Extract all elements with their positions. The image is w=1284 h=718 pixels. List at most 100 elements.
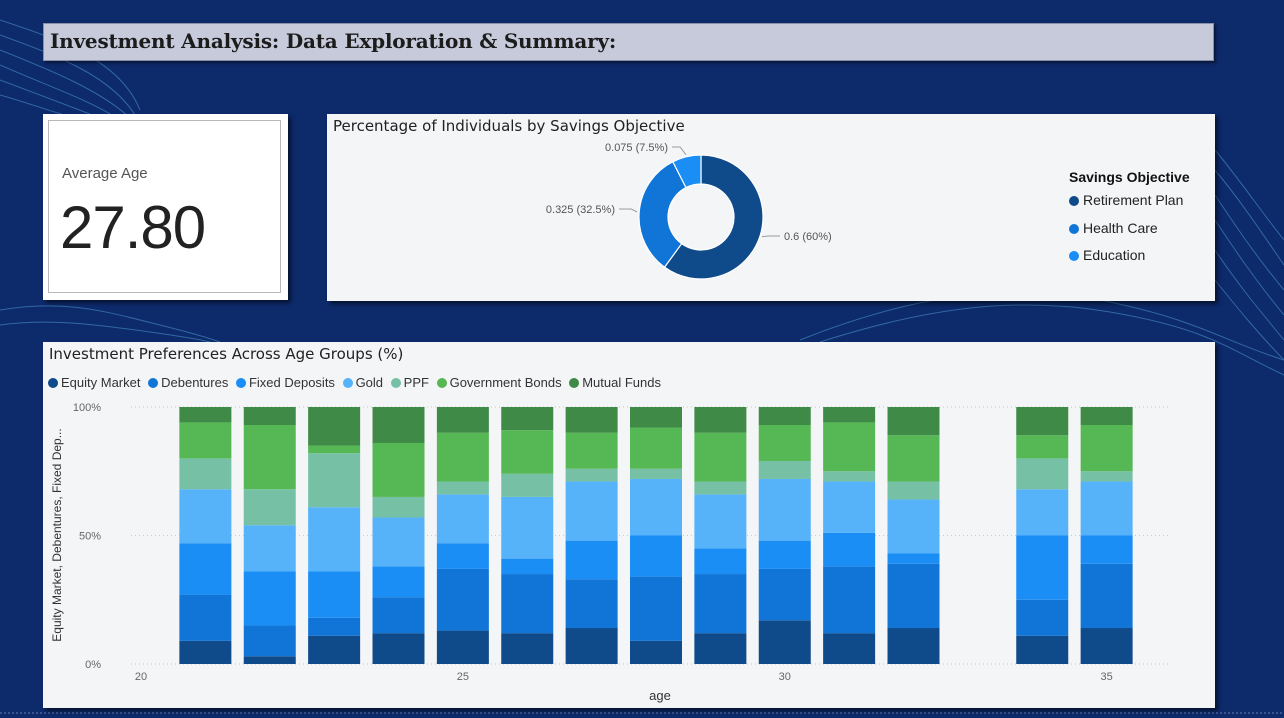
donut-legend-item-retirement-plan[interactable]: Retirement Plan <box>1069 192 1183 208</box>
bar-segment-debentures[interactable] <box>1080 563 1133 629</box>
bar-segment-government-bonds[interactable] <box>243 424 296 490</box>
bar-segment-government-bonds[interactable] <box>565 432 618 469</box>
bar-segment-equity-market[interactable] <box>179 640 232 664</box>
bar-segment-gold[interactable] <box>436 494 489 544</box>
bar-segment-ppf[interactable] <box>243 489 296 526</box>
bar-segment-fixed-deposits[interactable] <box>758 540 811 569</box>
bar-segment-fixed-deposits[interactable] <box>565 540 618 580</box>
bar-segment-equity-market[interactable] <box>436 630 489 664</box>
bar-segment-gold[interactable] <box>630 478 682 536</box>
bar-segment-equity-market[interactable] <box>823 633 876 664</box>
legend-item-government-bonds[interactable]: Government Bonds <box>436 375 562 390</box>
bar-segment-ppf[interactable] <box>436 481 489 495</box>
bar-segment-mutual-funds[interactable] <box>308 407 361 446</box>
bar-segment-equity-market[interactable] <box>243 656 296 664</box>
bar-segment-gold[interactable] <box>308 507 361 572</box>
bar-segment-debentures[interactable] <box>1016 599 1069 636</box>
bar-segment-mutual-funds[interactable] <box>372 407 425 443</box>
bar-segment-ppf[interactable] <box>565 468 618 482</box>
bar-segment-gold[interactable] <box>694 494 747 549</box>
legend-item-equity-market[interactable]: Equity Market <box>48 375 140 390</box>
bar-segment-equity-market[interactable] <box>1016 635 1069 664</box>
donut-legend-item-education[interactable]: Education <box>1069 247 1145 263</box>
bar-segment-mutual-funds[interactable] <box>1080 407 1133 425</box>
bar-segment-fixed-deposits[interactable] <box>436 543 489 569</box>
bar-segment-gold[interactable] <box>179 489 232 544</box>
bar-segment-mutual-funds[interactable] <box>436 407 489 433</box>
bar-segment-government-bonds[interactable] <box>501 430 554 474</box>
bar-segment-ppf[interactable] <box>1016 458 1069 490</box>
bar-segment-debentures[interactable] <box>243 625 296 657</box>
bar-segment-debentures[interactable] <box>887 563 940 629</box>
bar-segment-gold[interactable] <box>823 481 876 533</box>
bar-segment-gold[interactable] <box>565 481 618 541</box>
bar-segment-equity-market[interactable] <box>758 620 811 664</box>
bar-segment-fixed-deposits[interactable] <box>179 543 232 595</box>
bar-segment-debentures[interactable] <box>308 617 361 636</box>
bar-segment-mutual-funds[interactable] <box>823 407 876 423</box>
stacked-bar-chart-card[interactable]: 0% 50% 100% 20 25 30 35 age Equity Market, Deben… <box>43 342 1215 708</box>
legend-item-ppf[interactable]: PPF <box>390 375 429 390</box>
bar-segment-ppf[interactable] <box>887 481 940 500</box>
bar-segment-debentures[interactable] <box>436 568 489 631</box>
bar-segment-equity-market[interactable] <box>565 628 618 664</box>
donut-chart-card[interactable]: Percentage of Individuals by Savings Obj… <box>327 114 1215 301</box>
bar-segment-gold[interactable] <box>501 496 554 559</box>
bar-segment-debentures[interactable] <box>758 568 811 621</box>
bar-segment-government-bonds[interactable] <box>630 427 682 469</box>
bar-segment-mutual-funds[interactable] <box>565 407 618 433</box>
bar-segment-government-bonds[interactable] <box>887 435 940 482</box>
bar-segment-gold[interactable] <box>372 517 425 567</box>
bar-segment-government-bonds[interactable] <box>179 422 232 459</box>
bar-segment-fixed-deposits[interactable] <box>887 553 940 564</box>
bar-segment-fixed-deposits[interactable] <box>501 558 554 575</box>
bar-segment-ppf[interactable] <box>630 468 682 479</box>
bar-segment-government-bonds[interactable] <box>436 432 489 482</box>
bar-segment-gold[interactable] <box>887 499 940 554</box>
bar-segment-government-bonds[interactable] <box>1016 435 1069 459</box>
legend-item-gold[interactable]: Gold <box>342 375 383 390</box>
bar-segment-mutual-funds[interactable] <box>1016 407 1069 436</box>
bar-segment-fixed-deposits[interactable] <box>694 548 747 575</box>
bar-segment-government-bonds[interactable] <box>823 422 876 472</box>
bar-segment-fixed-deposits[interactable] <box>1080 535 1133 564</box>
bar-segment-government-bonds[interactable] <box>372 442 425 497</box>
bar-segment-ppf[interactable] <box>179 458 232 490</box>
bar-segment-fixed-deposits[interactable] <box>243 571 296 626</box>
bar-segment-equity-market[interactable] <box>694 633 747 664</box>
bar-segment-fixed-deposits[interactable] <box>372 566 425 598</box>
bar-segment-gold[interactable] <box>243 525 296 572</box>
bar-segment-debentures[interactable] <box>372 597 425 634</box>
bar-segment-mutual-funds[interactable] <box>179 407 232 423</box>
bar-segment-government-bonds[interactable] <box>758 424 811 461</box>
bar-segment-debentures[interactable] <box>630 576 682 641</box>
bar-segment-mutual-funds[interactable] <box>887 407 940 436</box>
legend-item-mutual-funds[interactable]: Mutual Funds <box>569 375 661 390</box>
bar-segment-equity-market[interactable] <box>308 635 361 664</box>
bar-segment-fixed-deposits[interactable] <box>1016 535 1069 600</box>
bar-segment-gold[interactable] <box>1080 481 1133 536</box>
kpi-card-average-age[interactable]: Average Age 27.80 <box>43 114 288 300</box>
bar-segment-ppf[interactable] <box>694 481 747 495</box>
bar-segment-fixed-deposits[interactable] <box>630 535 682 577</box>
bar-segment-mutual-funds[interactable] <box>243 407 296 425</box>
bar-segment-mutual-funds[interactable] <box>694 407 747 433</box>
legend-item-fixed-deposits[interactable]: Fixed Deposits <box>235 375 335 390</box>
bar-segment-equity-market[interactable] <box>372 633 425 664</box>
bar-segment-mutual-funds[interactable] <box>501 407 554 431</box>
bar-segment-ppf[interactable] <box>308 453 361 508</box>
bar-segment-ppf[interactable] <box>501 473 554 497</box>
bar-segment-fixed-deposits[interactable] <box>823 532 876 567</box>
bar-segment-debentures[interactable] <box>501 574 554 634</box>
bar-segment-mutual-funds[interactable] <box>758 407 811 425</box>
bar-segment-government-bonds[interactable] <box>308 445 361 454</box>
bar-segment-ppf[interactable] <box>1080 471 1133 482</box>
bar-segment-debentures[interactable] <box>694 574 747 634</box>
legend-item-debentures[interactable]: Debentures <box>148 375 228 390</box>
bar-segment-government-bonds[interactable] <box>1080 424 1133 472</box>
bar-segment-equity-market[interactable] <box>1080 628 1133 664</box>
donut-legend-item-health-care[interactable]: Health Care <box>1069 220 1158 236</box>
bar-segment-ppf[interactable] <box>758 460 811 479</box>
bar-segment-equity-market[interactable] <box>887 628 940 664</box>
bar-segment-gold[interactable] <box>758 478 811 541</box>
